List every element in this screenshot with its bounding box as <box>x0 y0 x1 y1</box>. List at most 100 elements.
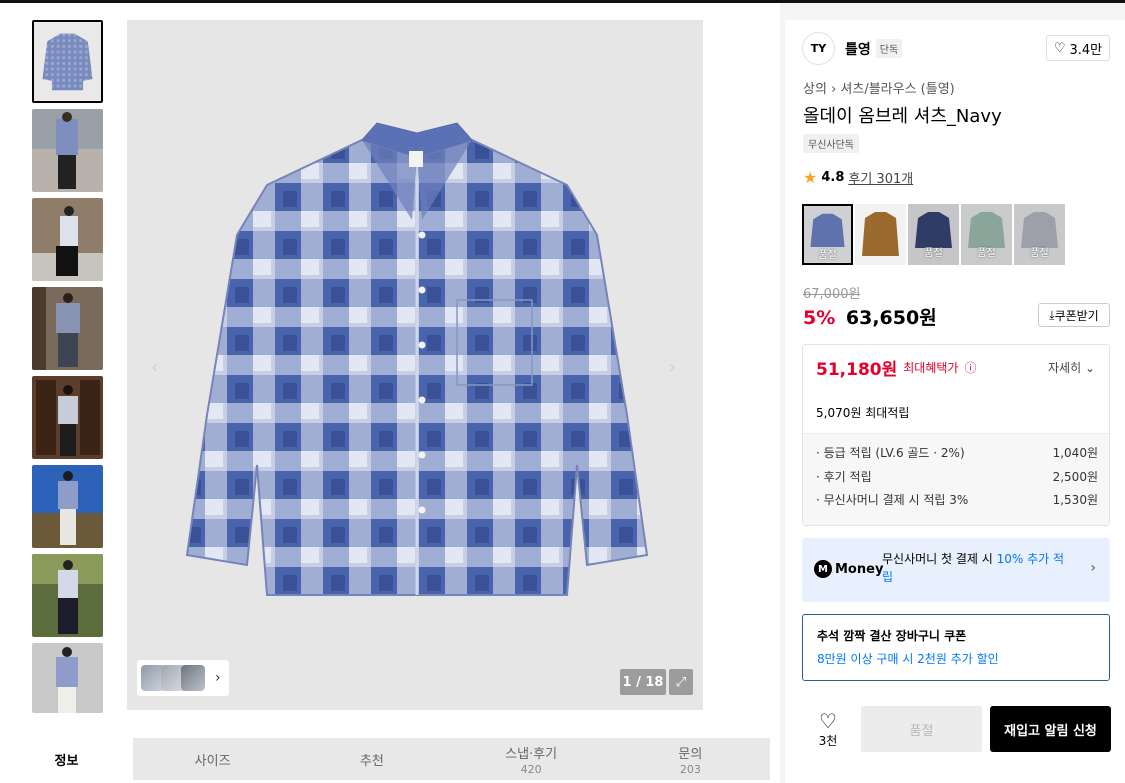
cart-coupon-desc: 8만원 이상 구매 시 2천원 추가 할인 <box>817 652 999 666</box>
breadcrumb-item[interactable]: 상의 <box>803 82 827 97</box>
color-option-green[interactable]: 품절 <box>961 204 1012 265</box>
thumbnail-list <box>32 20 104 719</box>
sold-out-label: 품절 <box>818 250 837 261</box>
brand-name[interactable]: 틀영 <box>845 39 871 59</box>
thumbnail[interactable] <box>32 287 103 370</box>
tab-size[interactable]: 사이즈 <box>133 738 293 780</box>
breadcrumb: 상의 › 셔츠/블라우스 (틀영) <box>803 78 955 97</box>
main-product-image[interactable]: ‹ › › 1 / 18 ⤢ <box>127 20 703 710</box>
thumbnail[interactable] <box>32 643 103 713</box>
star-icon: ★ <box>803 168 818 187</box>
point-value: 1,040원 <box>1052 446 1098 460</box>
tab-recommend[interactable]: 추천 <box>292 738 452 780</box>
color-option-grey[interactable]: 품절 <box>1014 204 1065 265</box>
review-link[interactable]: 후기 301개 <box>848 168 913 187</box>
point-total: 5,070원 최대적립 <box>816 406 910 420</box>
next-arrow-icon[interactable]: › <box>669 359 685 377</box>
musinsa-money-banner[interactable]: M Money 무신사머니 첫 결제 시 10% 추가 적립 › <box>802 538 1110 602</box>
money-logo: M Money <box>814 560 883 578</box>
color-option-brown[interactable] <box>855 204 906 265</box>
thumbnail[interactable] <box>32 198 103 281</box>
tab-label: 스냅·후기 <box>505 746 558 762</box>
heart-icon: ♡ <box>1053 40 1066 56</box>
tab-label: 정보 <box>54 753 79 769</box>
brand-like-button[interactable]: ♡ 3.4만 <box>1046 35 1110 61</box>
color-option-navy[interactable]: 품절 <box>802 204 853 265</box>
point-label: · 무신사머니 결제 시 적립 3% <box>816 493 969 507</box>
thumbnail[interactable] <box>32 376 103 459</box>
money-text: 무신사머니 첫 결제 시 10% 추가 적립 <box>882 550 1072 586</box>
expand-icon[interactable]: ⤢ <box>669 669 693 695</box>
tab-label: 문의 <box>678 746 703 762</box>
sold-out-button[interactable]: 품절 <box>861 706 982 752</box>
thumbnail[interactable] <box>32 109 103 192</box>
chevron-right-icon: › <box>1090 560 1096 576</box>
prev-arrow-icon[interactable]: ‹ <box>151 359 167 377</box>
heart-icon: ♡ <box>819 709 837 733</box>
exclusive-badge: 무신사단독 <box>803 134 859 153</box>
tab-inquiry[interactable]: 문의 203 <box>610 738 770 780</box>
rating: ★ 4.8 후기 301개 <box>803 168 913 187</box>
benefit-box: 51,180원 최대혜택가 ⓘ 자세히 ⌄ 5,070원 최대적립 · 등급 적… <box>802 344 1110 526</box>
brand-logo[interactable]: TY <box>802 32 835 65</box>
coupon-button[interactable]: ⤓ 쿠폰받기 <box>1038 303 1110 327</box>
restock-alert-button[interactable]: 재입고 알림 신청 <box>990 706 1111 752</box>
color-options: 품절 품절 품절 품절 <box>802 204 1065 265</box>
breadcrumb-item[interactable]: 셔츠/블라우스 (틀영) <box>840 82 954 97</box>
rating-score: 4.8 <box>821 170 845 185</box>
detail-tabs: 정보 사이즈 추천 스냅·후기 420 문의 203 <box>0 738 770 780</box>
tab-label: 사이즈 <box>194 753 231 769</box>
best-price: 51,180원 <box>816 360 898 380</box>
thumbnail[interactable] <box>32 20 103 103</box>
product-title: 올데이 옴브레 셔츠_Navy <box>803 106 1002 127</box>
tab-label: 추천 <box>359 753 384 769</box>
brand-row[interactable]: TY 틀영 단독 <box>802 32 903 65</box>
m-icon: M <box>814 560 832 578</box>
tab-info[interactable]: 정보 <box>0 738 133 780</box>
brand-exclusive-tag: 단독 <box>875 39 903 58</box>
point-row: · 등급 적립 (LV.6 골드 · 2%) 1,040원 <box>816 444 1098 461</box>
sold-out-label: 품절 <box>1030 248 1049 259</box>
cart-coupon-banner[interactable]: 추석 깜짝 결산 장바구니 쿠폰 8만원 이상 구매 시 2천원 추가 할인 <box>802 614 1110 681</box>
info-icon[interactable]: ⓘ <box>964 359 976 376</box>
money-brand: Money <box>835 561 884 577</box>
color-preview-swatch <box>181 665 205 691</box>
sold-out-label: 품절 <box>977 248 996 259</box>
chevron-right-icon: › <box>831 82 841 97</box>
point-label: · 등급 적립 (LV.6 골드 · 2%) <box>816 446 965 460</box>
coupon-label: 쿠폰받기 <box>1054 308 1099 323</box>
money-text-main: 무신사머니 첫 결제 시 <box>882 552 997 566</box>
point-value: 1,530원 <box>1052 493 1098 507</box>
point-value: 2,500원 <box>1052 470 1098 484</box>
point-row: · 무신사머니 결제 시 적립 3% 1,530원 <box>816 491 1098 508</box>
point-label: · 후기 적립 <box>816 470 872 484</box>
cart-coupon-title: 추석 깜짝 결산 장바구니 쿠폰 <box>817 629 967 643</box>
thumbnail[interactable] <box>32 554 103 637</box>
tab-count: 203 <box>679 762 701 776</box>
sale-price: 63,650원 <box>845 307 937 329</box>
detail-label: 자세히 <box>1047 361 1082 375</box>
best-price-row: 51,180원 최대혜택가 ⓘ <box>816 355 976 380</box>
product-like-button[interactable]: ♡ 3천 <box>816 710 840 749</box>
original-price: 67,000원 <box>803 287 861 302</box>
product-like-count: 3천 <box>818 734 838 748</box>
chevron-down-icon: ⌄ <box>1084 361 1095 375</box>
tab-snap-review[interactable]: 스냅·후기 420 <box>451 738 611 780</box>
thumbnail[interactable] <box>32 465 103 548</box>
tab-count: 420 <box>520 762 542 776</box>
point-row: · 후기 적립 2,500원 <box>816 468 1098 485</box>
chevron-right-icon: › <box>215 670 221 686</box>
product-info-panel: TY 틀영 단독 ♡ 3.4만 상의 › 셔츠/블라우스 (틀영) 올데이 옴브… <box>785 20 1125 783</box>
color-preview-strip[interactable]: › <box>137 660 229 696</box>
sale-price-row: 5% 63,650원 <box>803 303 937 330</box>
detail-toggle[interactable]: 자세히 ⌄ <box>1048 359 1095 376</box>
shirt-image <box>185 122 649 596</box>
brand-like-count: 3.4만 <box>1069 42 1103 58</box>
point-breakdown: · 등급 적립 (LV.6 골드 · 2%) 1,040원 · 후기 적립 2,… <box>803 433 1109 525</box>
image-counter: 1 / 18 <box>620 669 666 695</box>
gallery-area: ‹ › › 1 / 18 ⤢ 정보 사이즈 추천 스냅·후기 420 문의 203 <box>0 3 780 783</box>
best-price-label: 최대혜택가 <box>903 361 959 375</box>
sold-out-label: 품절 <box>924 248 943 259</box>
discount-rate: 5% <box>803 307 836 329</box>
color-option-dark-navy[interactable]: 품절 <box>908 204 959 265</box>
